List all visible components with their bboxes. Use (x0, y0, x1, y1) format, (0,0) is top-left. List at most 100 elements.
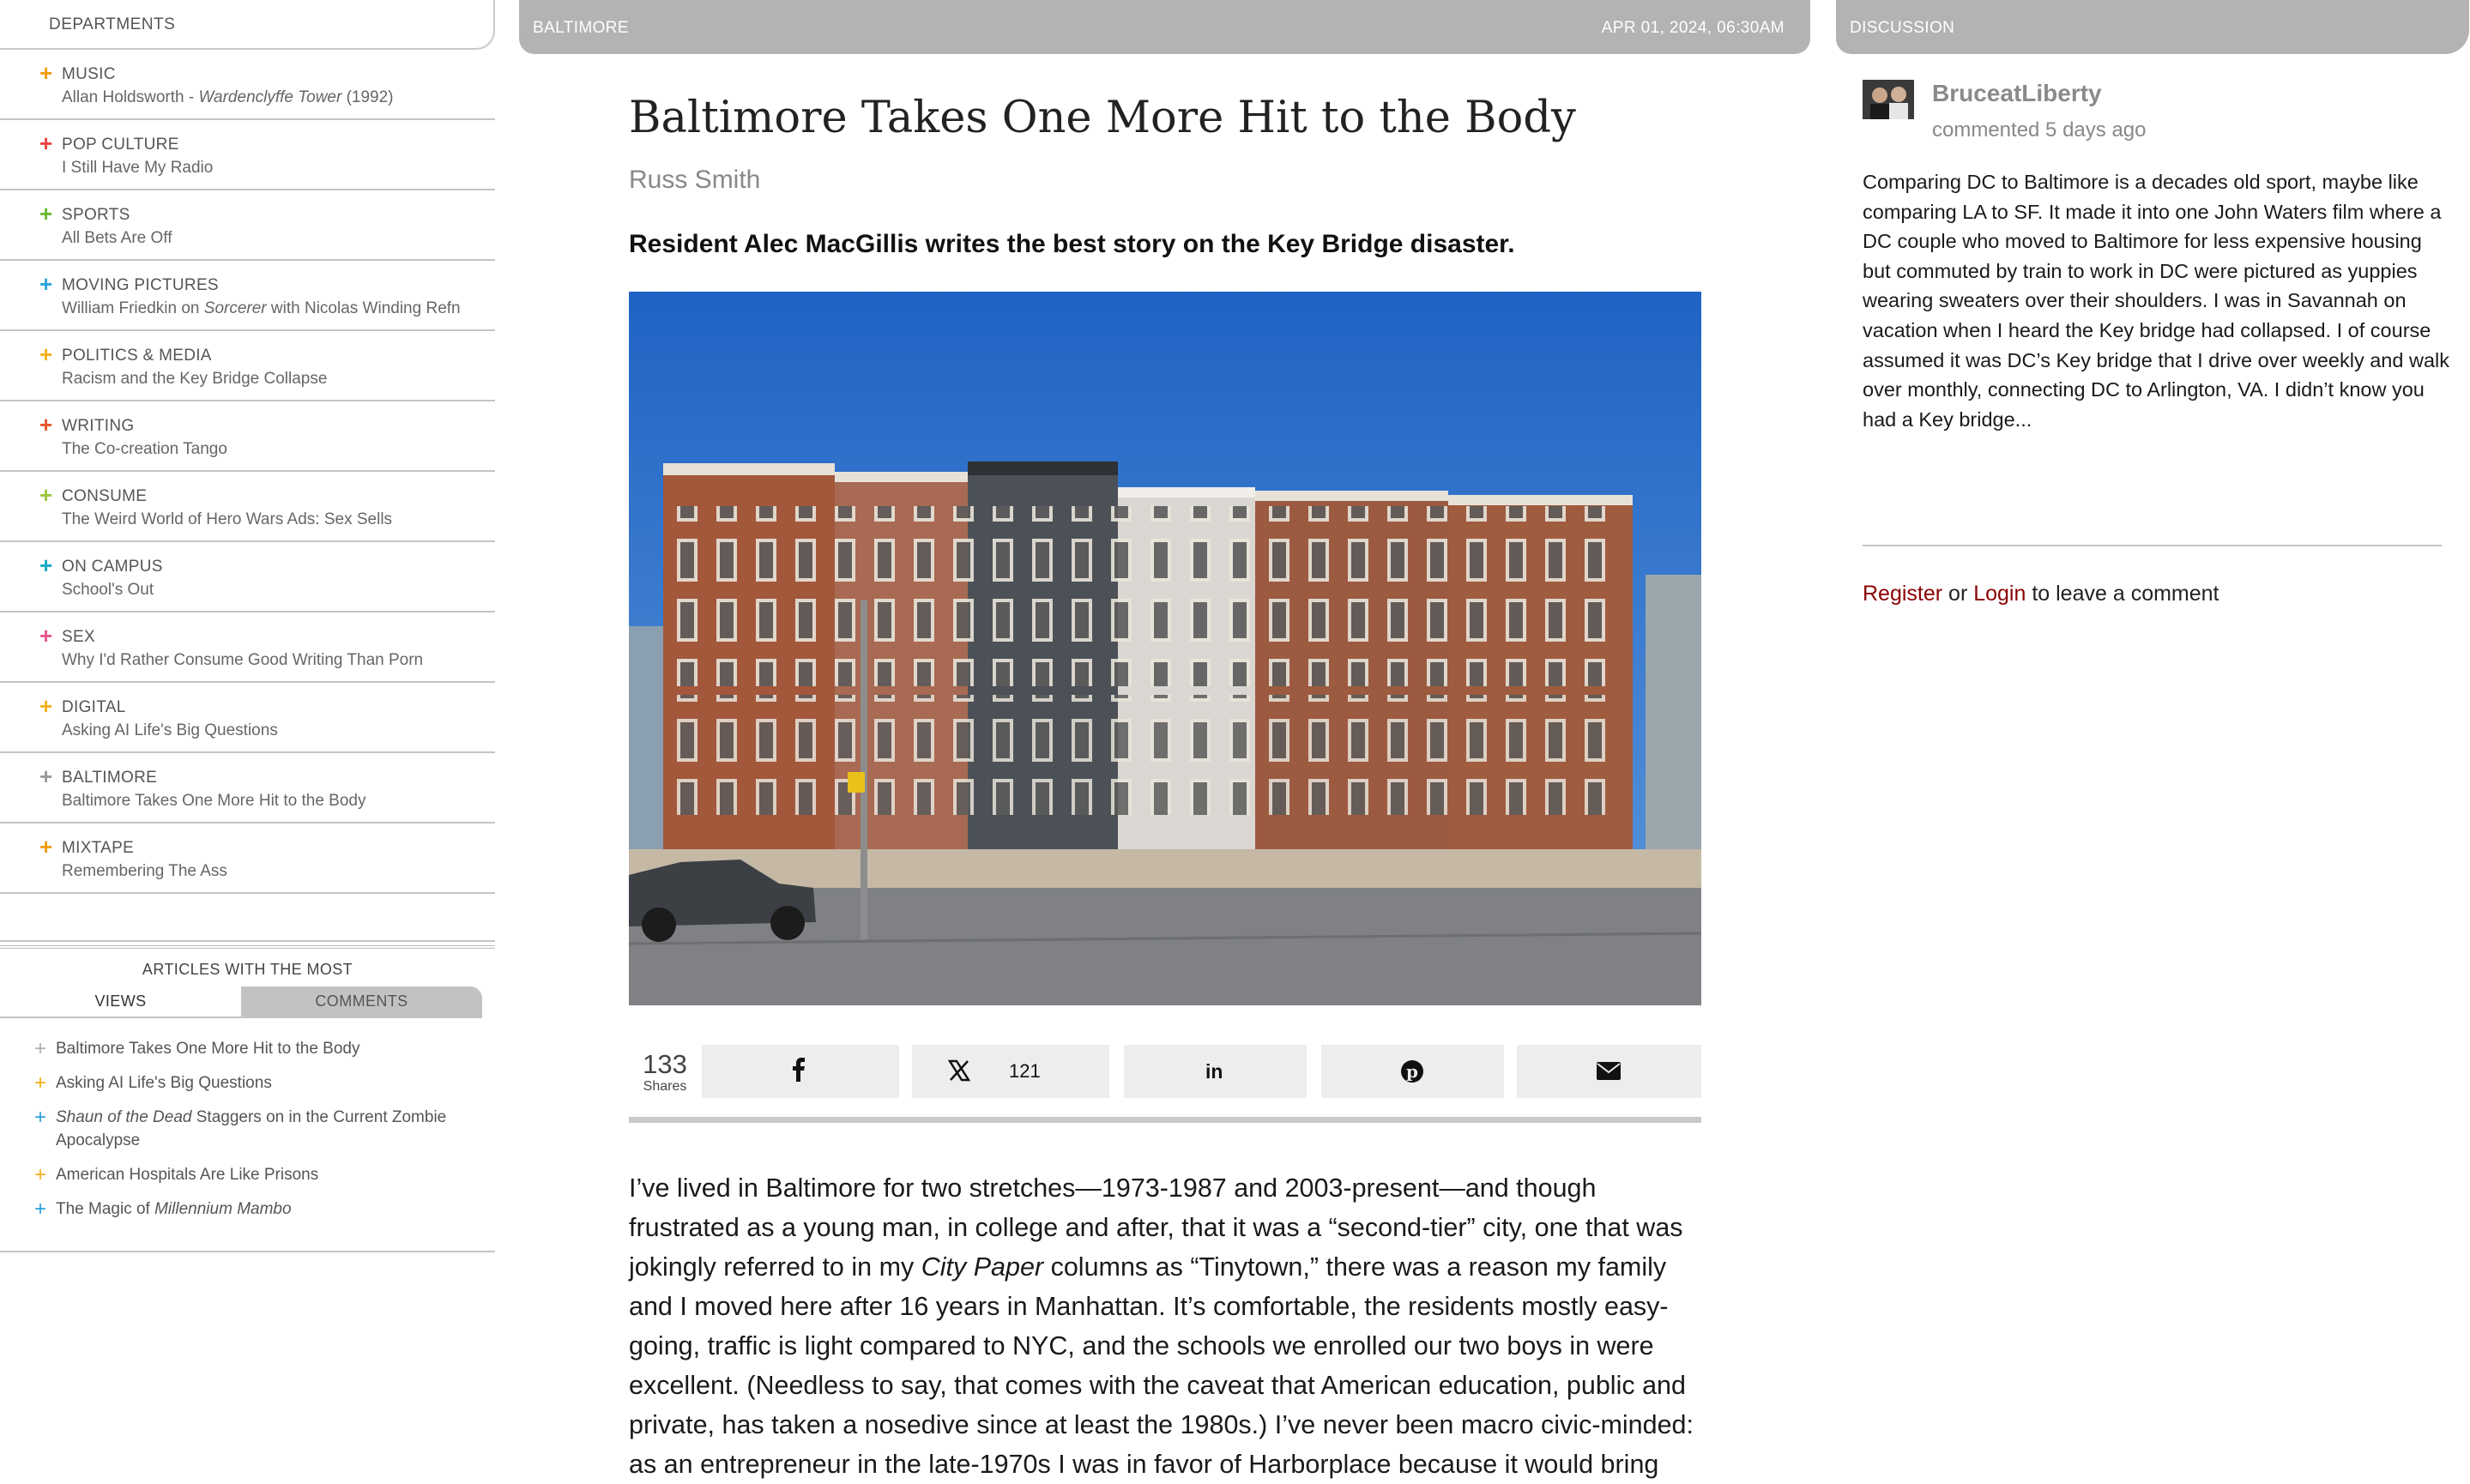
department-article-link[interactable]: Baltimore Takes One More Hit to the Body (62, 792, 365, 811)
department-article-link[interactable]: The Co-creation Tango (62, 440, 227, 459)
department-item[interactable]: + MIXTAPE Remembering The Ass (0, 823, 495, 894)
department-article-link[interactable]: Racism and the Key Bridge Collapse (62, 370, 327, 389)
department-item[interactable]: + BALTIMORE Baltimore Takes One More Hit… (0, 753, 495, 823)
plus-icon: + (34, 1071, 47, 1095)
avatar[interactable] (1863, 80, 1914, 119)
x-icon (947, 1059, 971, 1087)
department-article-link[interactable]: William Friedkin on Sorcerer with Nicola… (62, 299, 461, 318)
article-body: I’ve lived in Baltimore for two stretche… (629, 1173, 1694, 1479)
plus-icon: + (34, 1197, 47, 1221)
department-item[interactable]: + DIGITAL Asking AI Life's Big Questions (0, 683, 495, 753)
x-share-count: 121 (1009, 1060, 1041, 1082)
department-article-link[interactable]: Asking AI Life's Big Questions (62, 721, 278, 740)
facebook-share-button[interactable] (702, 1045, 899, 1098)
comment-text: Comparing DC to Baltimore is a decades o… (1863, 171, 2449, 431)
x-share-button[interactable]: 121 (912, 1045, 1109, 1098)
most-article-link[interactable]: + The Magic of Millennium Mambo (0, 1197, 495, 1221)
most-article-link[interactable]: + Baltimore Takes One More Hit to the Bod… (0, 1037, 495, 1060)
department-article-link[interactable]: Remembering The Ass (62, 862, 227, 881)
department-item[interactable]: + SPORTS All Bets Are Off (0, 190, 495, 261)
department-item[interactable]: + SEX Why I'd Rather Consume Good Writin… (0, 612, 495, 683)
department-item[interactable]: + CONSUME The Weird World of Hero Wars A… (0, 472, 495, 542)
share-count-label: Shares (643, 1079, 687, 1094)
linkedin-share-button[interactable]: in (1124, 1045, 1307, 1098)
section-label[interactable]: BALTIMORE (533, 19, 629, 38)
sidebar-spacer (0, 894, 495, 942)
department-article-link[interactable]: The Weird World of Hero Wars Ads: Sex Se… (62, 510, 392, 529)
most-article-link[interactable]: + American Hospitals Are Like Prisons (0, 1163, 495, 1186)
pinterest-icon: p (1400, 1059, 1424, 1089)
plus-icon: + (39, 130, 53, 156)
svg-text:p: p (1406, 1061, 1418, 1082)
plus-icon: + (39, 271, 53, 297)
department-category[interactable]: BALTIMORE (62, 769, 157, 787)
share-bar: 133 Shares 121 in p (629, 1045, 1701, 1098)
department-item[interactable]: + POLITICS & MEDIA Racism and the Key Br… (0, 331, 495, 401)
plus-icon: + (39, 412, 53, 437)
department-category[interactable]: CONSUME (62, 487, 147, 506)
article-hero-image (629, 292, 1701, 1005)
discussion-header: DISCUSSION (1850, 19, 1955, 37)
comment-username[interactable]: BruceatLiberty (1932, 80, 2102, 107)
plus-icon: + (39, 482, 53, 508)
share-count: 133 Shares (629, 1045, 701, 1095)
department-category[interactable]: DIGITAL (62, 698, 126, 717)
plus-icon: + (34, 1037, 47, 1060)
tab-views[interactable]: VIEWS (0, 986, 241, 1016)
department-article-link[interactable]: Why I'd Rather Consume Good Writing Than… (62, 651, 423, 670)
article-dek: Resident Alec MacGillis writes the best … (629, 230, 1515, 258)
department-item[interactable]: + ON CAMPUS School's Out (0, 542, 495, 612)
comment-divider (1863, 545, 2442, 546)
plus-icon: + (39, 341, 53, 367)
discussion-bar: DISCUSSION (1836, 0, 2469, 54)
plus-icon: + (39, 552, 53, 578)
plus-icon: + (34, 1163, 47, 1186)
department-category[interactable]: WRITING (62, 417, 134, 436)
article-section-bar: BALTIMORE APR 01, 2024, 06:30AM (519, 0, 1810, 54)
most-article-link[interactable]: + Shaun of the Dead Staggers on in the Cu… (0, 1106, 495, 1152)
comment-timestamp: commented 5 days ago (1932, 118, 2147, 142)
department-category[interactable]: SPORTS (62, 206, 130, 225)
departments-header: DEPARTMENTS (0, 0, 495, 50)
plus-icon: + (39, 834, 53, 860)
department-item[interactable]: + POP CULTURE I Still Have My Radio (0, 120, 495, 190)
plus-icon: + (39, 623, 53, 648)
plus-icon: + (39, 693, 53, 719)
most-articles-header: ARTICLES WITH THE MOST (0, 945, 495, 986)
plus-icon: + (39, 763, 53, 789)
department-category[interactable]: ON CAMPUS (62, 558, 163, 576)
department-category[interactable]: MUSIC (62, 65, 116, 84)
tab-comments[interactable]: COMMENTS (241, 986, 482, 1016)
departments-list: + MUSIC Allan Holdsworth - Wardenclyffe … (0, 50, 495, 894)
register-link[interactable]: Register (1863, 582, 1942, 606)
article-headline: Baltimore Takes One More Hit to the Body (629, 93, 1576, 143)
share-divider (629, 1117, 1701, 1123)
department-category[interactable]: MIXTAPE (62, 839, 134, 858)
left-sidebar: DEPARTMENTS + MUSIC Allan Holdsworth - W… (0, 0, 495, 1252)
department-article-link[interactable]: School's Out (62, 581, 154, 600)
article-author[interactable]: Russ Smith (629, 166, 760, 195)
publish-date: APR 01, 2024, 06:30AM (1601, 19, 1785, 37)
department-article-link[interactable]: All Bets Are Off (62, 229, 172, 248)
most-tabs: VIEWS COMMENTS (0, 986, 482, 1018)
email-icon (1597, 1062, 1621, 1085)
department-article-link[interactable]: Allan Holdsworth - Wardenclyffe Tower (1… (62, 88, 394, 107)
department-category[interactable]: POLITICS & MEDIA (62, 347, 212, 365)
plus-icon: + (39, 60, 53, 86)
department-item[interactable]: + WRITING The Co-creation Tango (0, 401, 495, 472)
comment-login-prompt: Register or Login to leave a comment (1863, 582, 2219, 606)
pinterest-share-button[interactable]: p (1321, 1045, 1504, 1098)
login-link[interactable]: Login (1973, 582, 2026, 606)
department-item[interactable]: + MOVING PICTURES William Friedkin on So… (0, 261, 495, 331)
email-share-button[interactable] (1517, 1045, 1701, 1098)
plus-icon: + (39, 201, 53, 226)
most-article-link[interactable]: + Asking AI Life's Big Questions (0, 1071, 495, 1095)
department-category[interactable]: MOVING PICTURES (62, 276, 219, 295)
department-article-link[interactable]: I Still Have My Radio (62, 159, 213, 178)
facebook-icon (792, 1058, 807, 1087)
department-category[interactable]: SEX (62, 628, 95, 647)
department-item[interactable]: + MUSIC Allan Holdsworth - Wardenclyffe … (0, 50, 495, 120)
linkedin-icon: in (1205, 1060, 1223, 1083)
department-category[interactable]: POP CULTURE (62, 136, 179, 154)
most-articles-list: + Baltimore Takes One More Hit to the Bod… (0, 1018, 495, 1252)
